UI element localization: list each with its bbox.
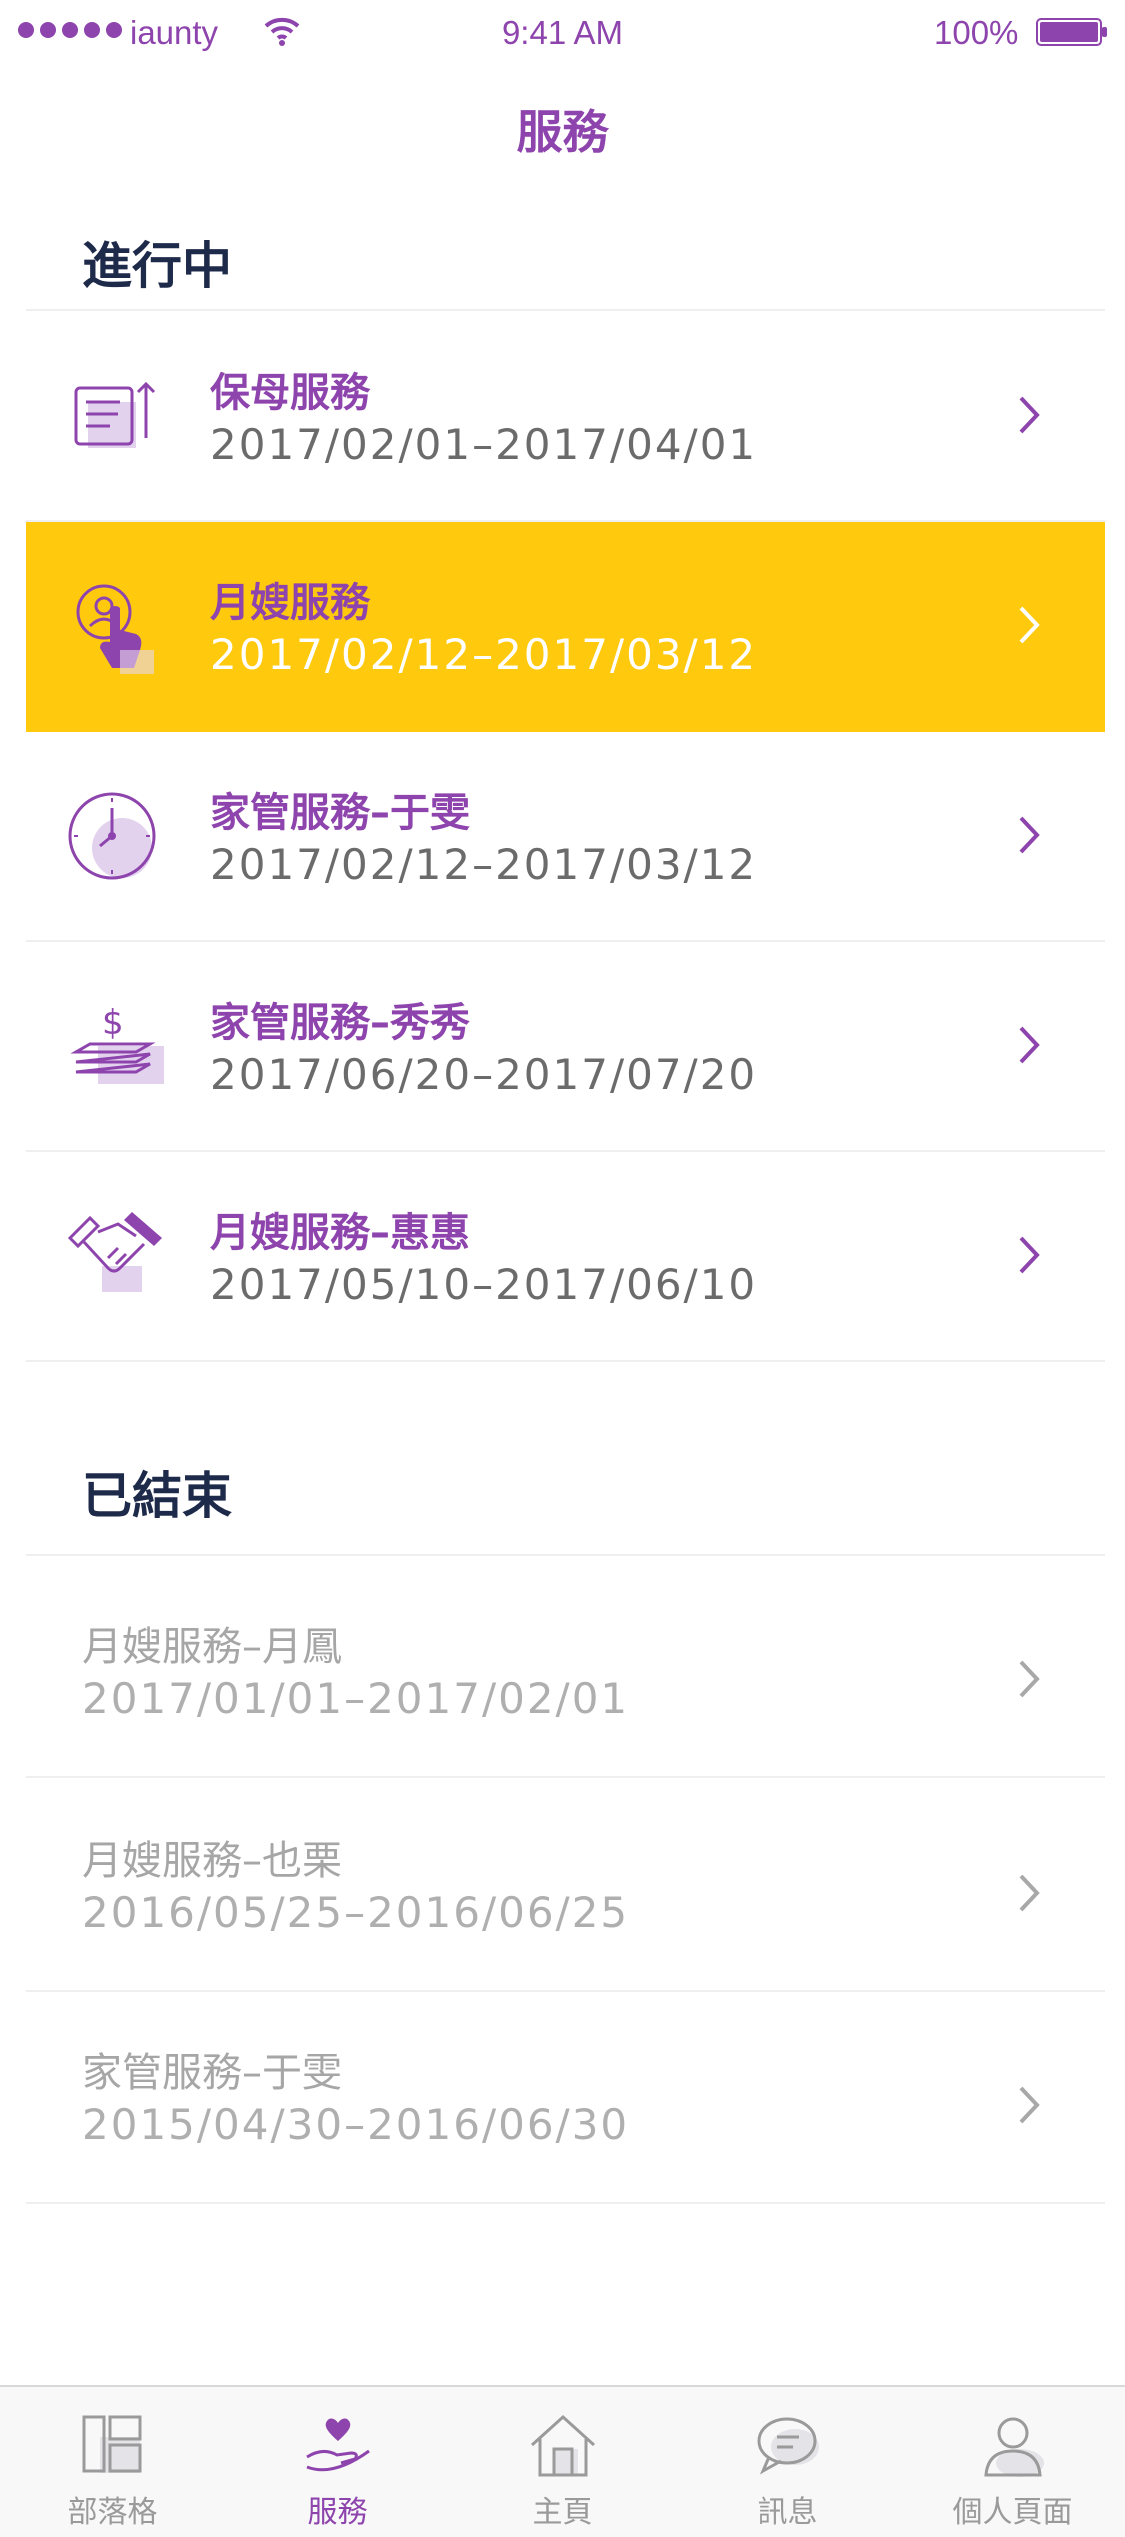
service-title: 保母服務 bbox=[210, 370, 370, 416]
chevron-right-icon bbox=[1019, 1660, 1040, 1698]
service-title: 月嫂服務–也栗 bbox=[82, 1838, 342, 1884]
clock-icon bbox=[68, 792, 156, 880]
tab-home[interactable]: 主頁 bbox=[450, 2387, 675, 2537]
service-dates: 2016/05/25–2016/06/25 bbox=[82, 1888, 630, 1937]
service-dates: 2017/01/01–2017/02/01 bbox=[82, 1674, 630, 1723]
section-header-ended: 已結束 bbox=[82, 1467, 232, 1525]
tab-services[interactable]: 服務 bbox=[225, 2387, 450, 2537]
user-touch-icon bbox=[76, 584, 154, 674]
service-dates: 2017/06/20–2017/07/20 bbox=[210, 1050, 758, 1099]
service-row-postpartum-highlighted[interactable]: 月嫂服務 2017/02/12–2017/03/12 bbox=[26, 522, 1105, 732]
page-title: 服務 bbox=[516, 105, 609, 159]
tab-label: 主頁 bbox=[532, 2495, 593, 2530]
document-upload-icon bbox=[74, 381, 156, 448]
chevron-right-icon bbox=[1019, 1236, 1040, 1274]
service-title: 月嫂服務–惠惠 bbox=[210, 1210, 470, 1256]
divider bbox=[26, 1360, 1105, 1362]
status-bar: iaunty 9:41 AM 100% bbox=[0, 0, 1125, 64]
service-title: 月嫂服務 bbox=[210, 580, 370, 626]
service-dates: 2015/04/30–2016/06/30 bbox=[82, 2100, 630, 2149]
profile-icon bbox=[984, 2417, 1044, 2477]
chat-icon bbox=[757, 2417, 819, 2475]
service-row-housekeeping-xiuxiu[interactable]: $ 家管服務–秀秀 2017/06/20–2017/07/20 bbox=[26, 942, 1105, 1152]
chevron-right-icon bbox=[1019, 1874, 1040, 1912]
handshake-icon bbox=[67, 1212, 162, 1292]
service-row-babysitter[interactable]: 保母服務 2017/02/01–2017/04/01 bbox=[26, 312, 1105, 522]
blog-icon bbox=[82, 2415, 142, 2473]
tab-profile[interactable]: 個人頁面 bbox=[900, 2387, 1125, 2537]
tab-label: 服務 bbox=[307, 2495, 368, 2530]
service-title: 家管服務–于雯 bbox=[82, 2050, 342, 2096]
tab-messages[interactable]: 訊息 bbox=[675, 2387, 900, 2537]
divider bbox=[26, 309, 1105, 311]
tab-label: 個人頁面 bbox=[952, 2495, 1073, 2530]
service-title: 家管服務–于雯 bbox=[210, 790, 470, 836]
tab-bar: 部落格 服務 主頁 訊息 個人頁面 bbox=[0, 2385, 1125, 2537]
tab-label: 部落格 bbox=[67, 2495, 158, 2530]
home-icon bbox=[530, 2414, 596, 2477]
chevron-right-icon bbox=[1019, 816, 1040, 854]
tab-label: 訊息 bbox=[757, 2495, 818, 2530]
chevron-right-icon bbox=[1019, 606, 1040, 644]
tab-blog[interactable]: 部落格 bbox=[0, 2387, 225, 2537]
chevron-right-icon bbox=[1019, 396, 1040, 434]
divider bbox=[26, 2202, 1105, 2204]
ended-row-yuefeng[interactable]: 月嫂服務–月鳳 2017/01/01–2017/02/01 bbox=[26, 1556, 1105, 1776]
service-dates: 2017/02/12–2017/03/12 bbox=[210, 840, 758, 889]
service-row-housekeeping-yuwen[interactable]: 家管服務–于雯 2017/02/12–2017/03/12 bbox=[26, 732, 1105, 942]
service-row-postpartum-huihui[interactable]: 月嫂服務–惠惠 2017/05/10–2017/06/10 bbox=[26, 1152, 1105, 1362]
chevron-right-icon bbox=[1019, 1026, 1040, 1064]
section-header-ongoing: 進行中 bbox=[82, 237, 232, 295]
service-title: 月嫂服務–月鳳 bbox=[82, 1624, 342, 1670]
service-dates: 2017/02/12–2017/03/12 bbox=[210, 630, 758, 679]
service-dates: 2017/02/01–2017/04/01 bbox=[210, 420, 758, 469]
battery-icon bbox=[1036, 18, 1107, 46]
ended-row-yuwen[interactable]: 家管服務–于雯 2015/04/30–2016/06/30 bbox=[26, 1982, 1105, 2202]
ended-row-yeli[interactable]: 月嫂服務–也栗 2016/05/25–2016/06/25 bbox=[26, 1770, 1105, 1990]
chevron-right-icon bbox=[1019, 2086, 1040, 2124]
battery-percentage: 100% bbox=[934, 14, 1019, 51]
svg-text:$: $ bbox=[102, 1003, 124, 1043]
heart-hand-icon bbox=[306, 2418, 370, 2472]
service-dates: 2017/05/10–2017/06/10 bbox=[210, 1260, 758, 1309]
service-title: 家管服務–秀秀 bbox=[210, 1000, 470, 1046]
money-stack-icon: $ bbox=[70, 1003, 164, 1084]
